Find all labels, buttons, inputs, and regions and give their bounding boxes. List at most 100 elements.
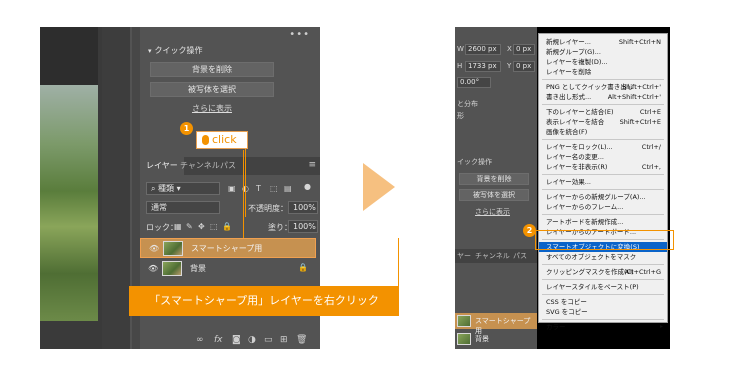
menu-item[interactable]: 表示レイヤーを結合 Shift+Ctrl+E (539, 117, 667, 127)
layer-row-smart-sharpen[interactable]: スマートシャープ用 (455, 313, 537, 335)
layer-thumbnail (457, 315, 471, 327)
shape-label: 形 (457, 112, 464, 120)
menu-item[interactable]: 下のレイヤーと結合(E) Ctrl+E (539, 107, 667, 117)
menu-item[interactable]: 書き出し形式... Alt+Shift+Ctrl+' (539, 92, 667, 102)
x-input[interactable]: 0 px (513, 44, 535, 55)
remove-background-button[interactable]: 背景を削除 (150, 62, 274, 77)
menu-separator (542, 104, 664, 105)
lock-position-icon[interactable]: ✥ (198, 222, 205, 231)
menu-separator (542, 294, 664, 295)
menu-separator (542, 139, 664, 140)
layer-thumbnail (163, 241, 183, 256)
menu-item[interactable]: レイヤーからのフレーム... (539, 202, 667, 212)
filter-smart-icon[interactable]: ▤ (284, 184, 292, 193)
eye-icon[interactable]: 👁 (149, 244, 159, 253)
filter-text-icon[interactable]: T (256, 184, 261, 193)
menu-item[interactable]: アートボードを新規作成... (539, 217, 667, 227)
menu-item[interactable]: 新規グループ(G)... (539, 47, 667, 57)
tab-layers[interactable]: ヤー (457, 249, 471, 263)
filter-image-icon[interactable]: ▣ (228, 184, 236, 193)
fx-icon[interactable]: fx (214, 335, 223, 345)
filter-shape-icon[interactable]: ⬚ (270, 184, 278, 193)
y-label: Y (507, 62, 512, 70)
layer-thumbnail (457, 333, 471, 345)
link-icon[interactable]: ∞ (196, 335, 204, 345)
tab-paths[interactable]: パス (214, 157, 242, 175)
menu-item-shortcut: Ctrl+, (641, 163, 661, 171)
filter-toggle-icon[interactable]: ● (304, 182, 311, 191)
remove-background-button[interactable]: 背景を削除 (459, 173, 529, 185)
menu-item[interactable]: 画像を統合(F) (539, 127, 667, 137)
menu-item[interactable]: レイヤーを複製(D)... (539, 57, 667, 67)
lock-pixels-icon[interactable]: ✎ (186, 222, 193, 231)
menu-item[interactable]: SVG をコピー (539, 307, 667, 317)
menu-item-label: レイヤーを複製(D)... (546, 58, 608, 66)
y-input[interactable]: 0 px (513, 61, 535, 72)
menu-item[interactable]: すべてのオブジェクトをマスク (539, 252, 667, 262)
trash-icon[interactable]: 🗑 (296, 335, 307, 345)
menu-separator (542, 79, 664, 80)
context-menu: 新規レイヤー... Shift+Ctrl+N 新規グループ(G)... レイヤーを複製… (538, 33, 668, 331)
menu-item[interactable]: レイヤースタイルをペースト(P) (539, 282, 667, 292)
menu-item[interactable]: レイヤー効果... (539, 177, 667, 187)
lock-artboard-icon[interactable]: ⬚ (210, 222, 218, 231)
menu-item-label: レイヤーからの新規グループ(A)... (546, 193, 646, 201)
menu-item[interactable]: PNG としてクイック書き出し Shift+Ctrl+' (539, 82, 667, 92)
menu-item[interactable]: クリッピングマスクを作成(C) Alt+Ctrl+G (539, 267, 667, 277)
menu-item-label: アートボードを新規作成... (546, 218, 624, 226)
quick-actions-label: イック操作 (457, 158, 492, 166)
angle-input[interactable]: 0.00° (457, 77, 491, 88)
layer-row-background[interactable]: 背景 (455, 331, 537, 347)
callout-connector (243, 150, 244, 238)
folder-icon[interactable]: ▭ (264, 335, 273, 345)
menu-item[interactable]: レイヤーからの新規グループ(A)... (539, 192, 667, 202)
lock-transparency-icon[interactable]: ▦ (174, 222, 182, 231)
filter-kind-select[interactable]: ⌕ 種類 ▾ (146, 182, 220, 195)
hamburger-icon[interactable]: ≡ (308, 160, 316, 170)
submenu-arrow-icon: ▸ (659, 323, 663, 330)
menu-item-label: レイヤー効果... (546, 178, 592, 186)
show-more-link[interactable]: さらに表示 (150, 103, 274, 114)
adjustment-icon[interactable]: ◑ (248, 335, 256, 345)
menu-item-label: すべてのオブジェクトをマスク (546, 253, 637, 261)
layer-thumbnail (162, 261, 182, 276)
mask-icon[interactable]: ◙ (232, 335, 241, 345)
width-input[interactable]: 2600 px (465, 44, 501, 55)
select-subject-button[interactable]: 被写体を選択 (150, 82, 274, 97)
h-label: H (457, 62, 463, 70)
menu-separator (542, 174, 664, 175)
menu-item[interactable]: レイヤーを削除 (539, 67, 667, 77)
eye-icon[interactable]: 👁 (148, 264, 158, 273)
fill-input[interactable]: 100% (288, 220, 318, 233)
show-more-link[interactable]: さらに表示 (475, 207, 510, 217)
menu-item-shortcut: Shift+Ctrl+N (618, 38, 661, 46)
lock-all-icon[interactable]: 🔒 (222, 222, 232, 231)
menu-item[interactable]: 新規レイヤー... Shift+Ctrl+N (539, 37, 667, 47)
menu-item-label: クリッピングマスクを作成(C) (546, 268, 634, 276)
menu-item-label: レイヤーを非表示(R) (546, 163, 608, 171)
layer-name: 背景 (475, 335, 489, 343)
opacity-input[interactable]: 100% (288, 201, 318, 214)
menu-item[interactable]: レイヤー名の変更... (539, 152, 667, 162)
banner-connector (398, 238, 399, 288)
height-input[interactable]: 1733 px (465, 61, 501, 72)
panel-menu-icon[interactable]: ••• (289, 29, 310, 40)
layer-row-background[interactable]: 👁 背景 🔒 (140, 259, 316, 279)
layer-row-smart-sharpen[interactable]: 👁 スマートシャープ用 (140, 238, 316, 258)
blend-mode-select[interactable]: 通常 (146, 201, 220, 214)
tab-channels[interactable]: チャンネル (475, 249, 510, 263)
menu-item[interactable]: レイヤーを非表示(R) Ctrl+, (539, 162, 667, 172)
quick-actions-title[interactable]: ▾ クイック操作 (148, 45, 203, 56)
menu-item-label: SVG をコピー (546, 308, 588, 316)
menu-item[interactable]: レイヤーをロック(L)... Ctrl+/ (539, 142, 667, 152)
click-callout: click (196, 131, 248, 149)
menu-item-label: 書き出し形式... (546, 93, 592, 101)
panel-tabs: レイヤー チャンネル パス ≡ (140, 157, 320, 175)
menu-item-label: 表示レイヤーを結合 (546, 118, 605, 126)
tab-paths[interactable]: パス (513, 249, 527, 263)
menu-item[interactable]: カラー ▸ (539, 322, 667, 332)
menu-item-label: CSS をコピー (546, 298, 587, 306)
new-layer-icon[interactable]: ⊞ (280, 335, 288, 345)
menu-item[interactable]: CSS をコピー (539, 297, 667, 307)
select-subject-button[interactable]: 被写体を選択 (459, 189, 529, 201)
